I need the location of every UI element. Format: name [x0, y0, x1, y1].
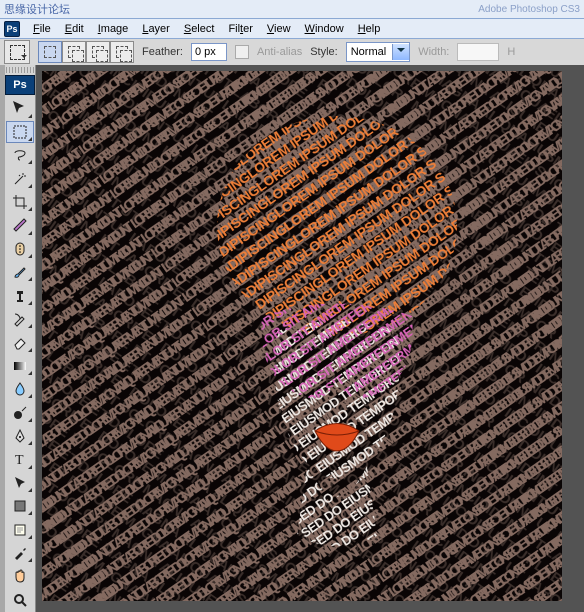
- gradient-icon: [12, 358, 28, 374]
- stamp-icon: [12, 288, 28, 304]
- menu-edit[interactable]: Edit: [58, 21, 91, 37]
- eraser-icon: [12, 334, 28, 350]
- toolbox-logo[interactable]: Ps: [5, 75, 35, 96]
- marquee-icon: [12, 124, 28, 140]
- tool-preset-picker[interactable]: [4, 40, 30, 64]
- tool-shape[interactable]: [6, 495, 34, 517]
- menu-window[interactable]: Window: [298, 21, 351, 37]
- width-label: Width:: [418, 46, 449, 58]
- notes-icon: [12, 522, 28, 538]
- tool-marquee[interactable]: [6, 121, 34, 143]
- document-canvas[interactable]: LOREM IPSUM DOLOR SIT AMET CONSECTETUR A…: [42, 71, 562, 601]
- height-label: H: [507, 46, 515, 58]
- selmode-new[interactable]: [38, 41, 62, 63]
- selection-mode-group: [38, 41, 134, 63]
- style-label: Style:: [310, 46, 338, 58]
- menu-help[interactable]: Help: [351, 21, 388, 37]
- menu-bar: Ps File Edit Image Layer Select Filter V…: [0, 19, 584, 39]
- tool-pen[interactable]: [6, 425, 34, 447]
- selmode-add[interactable]: [62, 41, 86, 63]
- menu-view[interactable]: View: [260, 21, 298, 37]
- tool-gradient[interactable]: [6, 355, 34, 377]
- heal-icon: [12, 241, 28, 257]
- tool-notes[interactable]: [6, 518, 34, 540]
- feather-label: Feather:: [142, 46, 183, 58]
- brush-icon: [12, 264, 28, 280]
- feather-input[interactable]: 0 px: [191, 43, 227, 61]
- lasso-icon: [12, 147, 28, 163]
- tool-dodge[interactable]: [6, 401, 34, 423]
- menu-filter[interactable]: Filter: [221, 21, 259, 37]
- tool-crop[interactable]: [6, 191, 34, 213]
- options-bar: Feather: 0 px Anti-alias Style: Normal W…: [0, 39, 584, 66]
- menu-file[interactable]: File: [26, 21, 58, 37]
- tool-zoom[interactable]: [6, 589, 34, 611]
- title-bar: 思缘设计论坛 Adobe Photoshop CS3: [0, 0, 584, 19]
- tool-stamp[interactable]: [6, 284, 34, 306]
- svg-text:T: T: [15, 453, 24, 467]
- tool-eraser[interactable]: [6, 331, 34, 353]
- tool-hand[interactable]: [6, 565, 34, 587]
- history-brush-icon: [12, 311, 28, 327]
- workspace: Ps: [0, 65, 584, 612]
- eyedropper-icon: [12, 545, 28, 561]
- tool-wand[interactable]: [6, 167, 34, 189]
- width-input: [457, 43, 499, 61]
- selmode-subtract[interactable]: [86, 41, 110, 63]
- tool-history-brush[interactable]: [6, 308, 34, 330]
- tool-heal[interactable]: [6, 238, 34, 260]
- anti-alias-label: Anti-alias: [257, 46, 302, 58]
- style-select[interactable]: Normal: [346, 42, 410, 62]
- path-select-icon: [12, 475, 28, 491]
- wand-icon: [12, 171, 28, 187]
- type-icon: T: [12, 451, 28, 467]
- move-icon: [12, 100, 28, 116]
- zoom-icon: [12, 592, 28, 608]
- tool-slice[interactable]: [6, 214, 34, 236]
- toolbox-grip[interactable]: [6, 67, 34, 73]
- shape-icon: [12, 498, 28, 514]
- artwork-portrait: LOREM IPSUM DOLOR SIT AMET CONSECTETUR A…: [207, 116, 467, 546]
- menu-select[interactable]: Select: [177, 21, 222, 37]
- watermark-text: 思缘设计论坛: [4, 1, 478, 17]
- canvas-area: LOREM IPSUM DOLOR SIT AMET CONSECTETUR A…: [36, 65, 584, 612]
- marquee-icon: [10, 45, 25, 60]
- slice-icon: [12, 217, 28, 233]
- toolbox: Ps: [5, 65, 36, 612]
- blur-icon: [12, 381, 28, 397]
- style-value: Normal: [351, 46, 386, 58]
- selmode-intersect[interactable]: [110, 41, 134, 63]
- dodge-icon: [12, 405, 28, 421]
- tool-type[interactable]: T: [6, 448, 34, 470]
- chevron-down-icon: [392, 44, 409, 60]
- menu-layer[interactable]: Layer: [135, 21, 177, 37]
- anti-alias-checkbox: [235, 45, 249, 59]
- tool-lasso[interactable]: [6, 144, 34, 166]
- menu-image[interactable]: Image: [91, 21, 136, 37]
- tool-eyedropper[interactable]: [6, 542, 34, 564]
- pen-icon: [12, 428, 28, 444]
- app-icon[interactable]: Ps: [4, 21, 20, 37]
- app-version: Adobe Photoshop CS3: [478, 4, 580, 15]
- crop-icon: [12, 194, 28, 210]
- tool-brush[interactable]: [6, 261, 34, 283]
- tool-blur[interactable]: [6, 378, 34, 400]
- hand-icon: [12, 568, 28, 584]
- tool-move[interactable]: [6, 97, 34, 119]
- tool-path-select[interactable]: [6, 472, 34, 494]
